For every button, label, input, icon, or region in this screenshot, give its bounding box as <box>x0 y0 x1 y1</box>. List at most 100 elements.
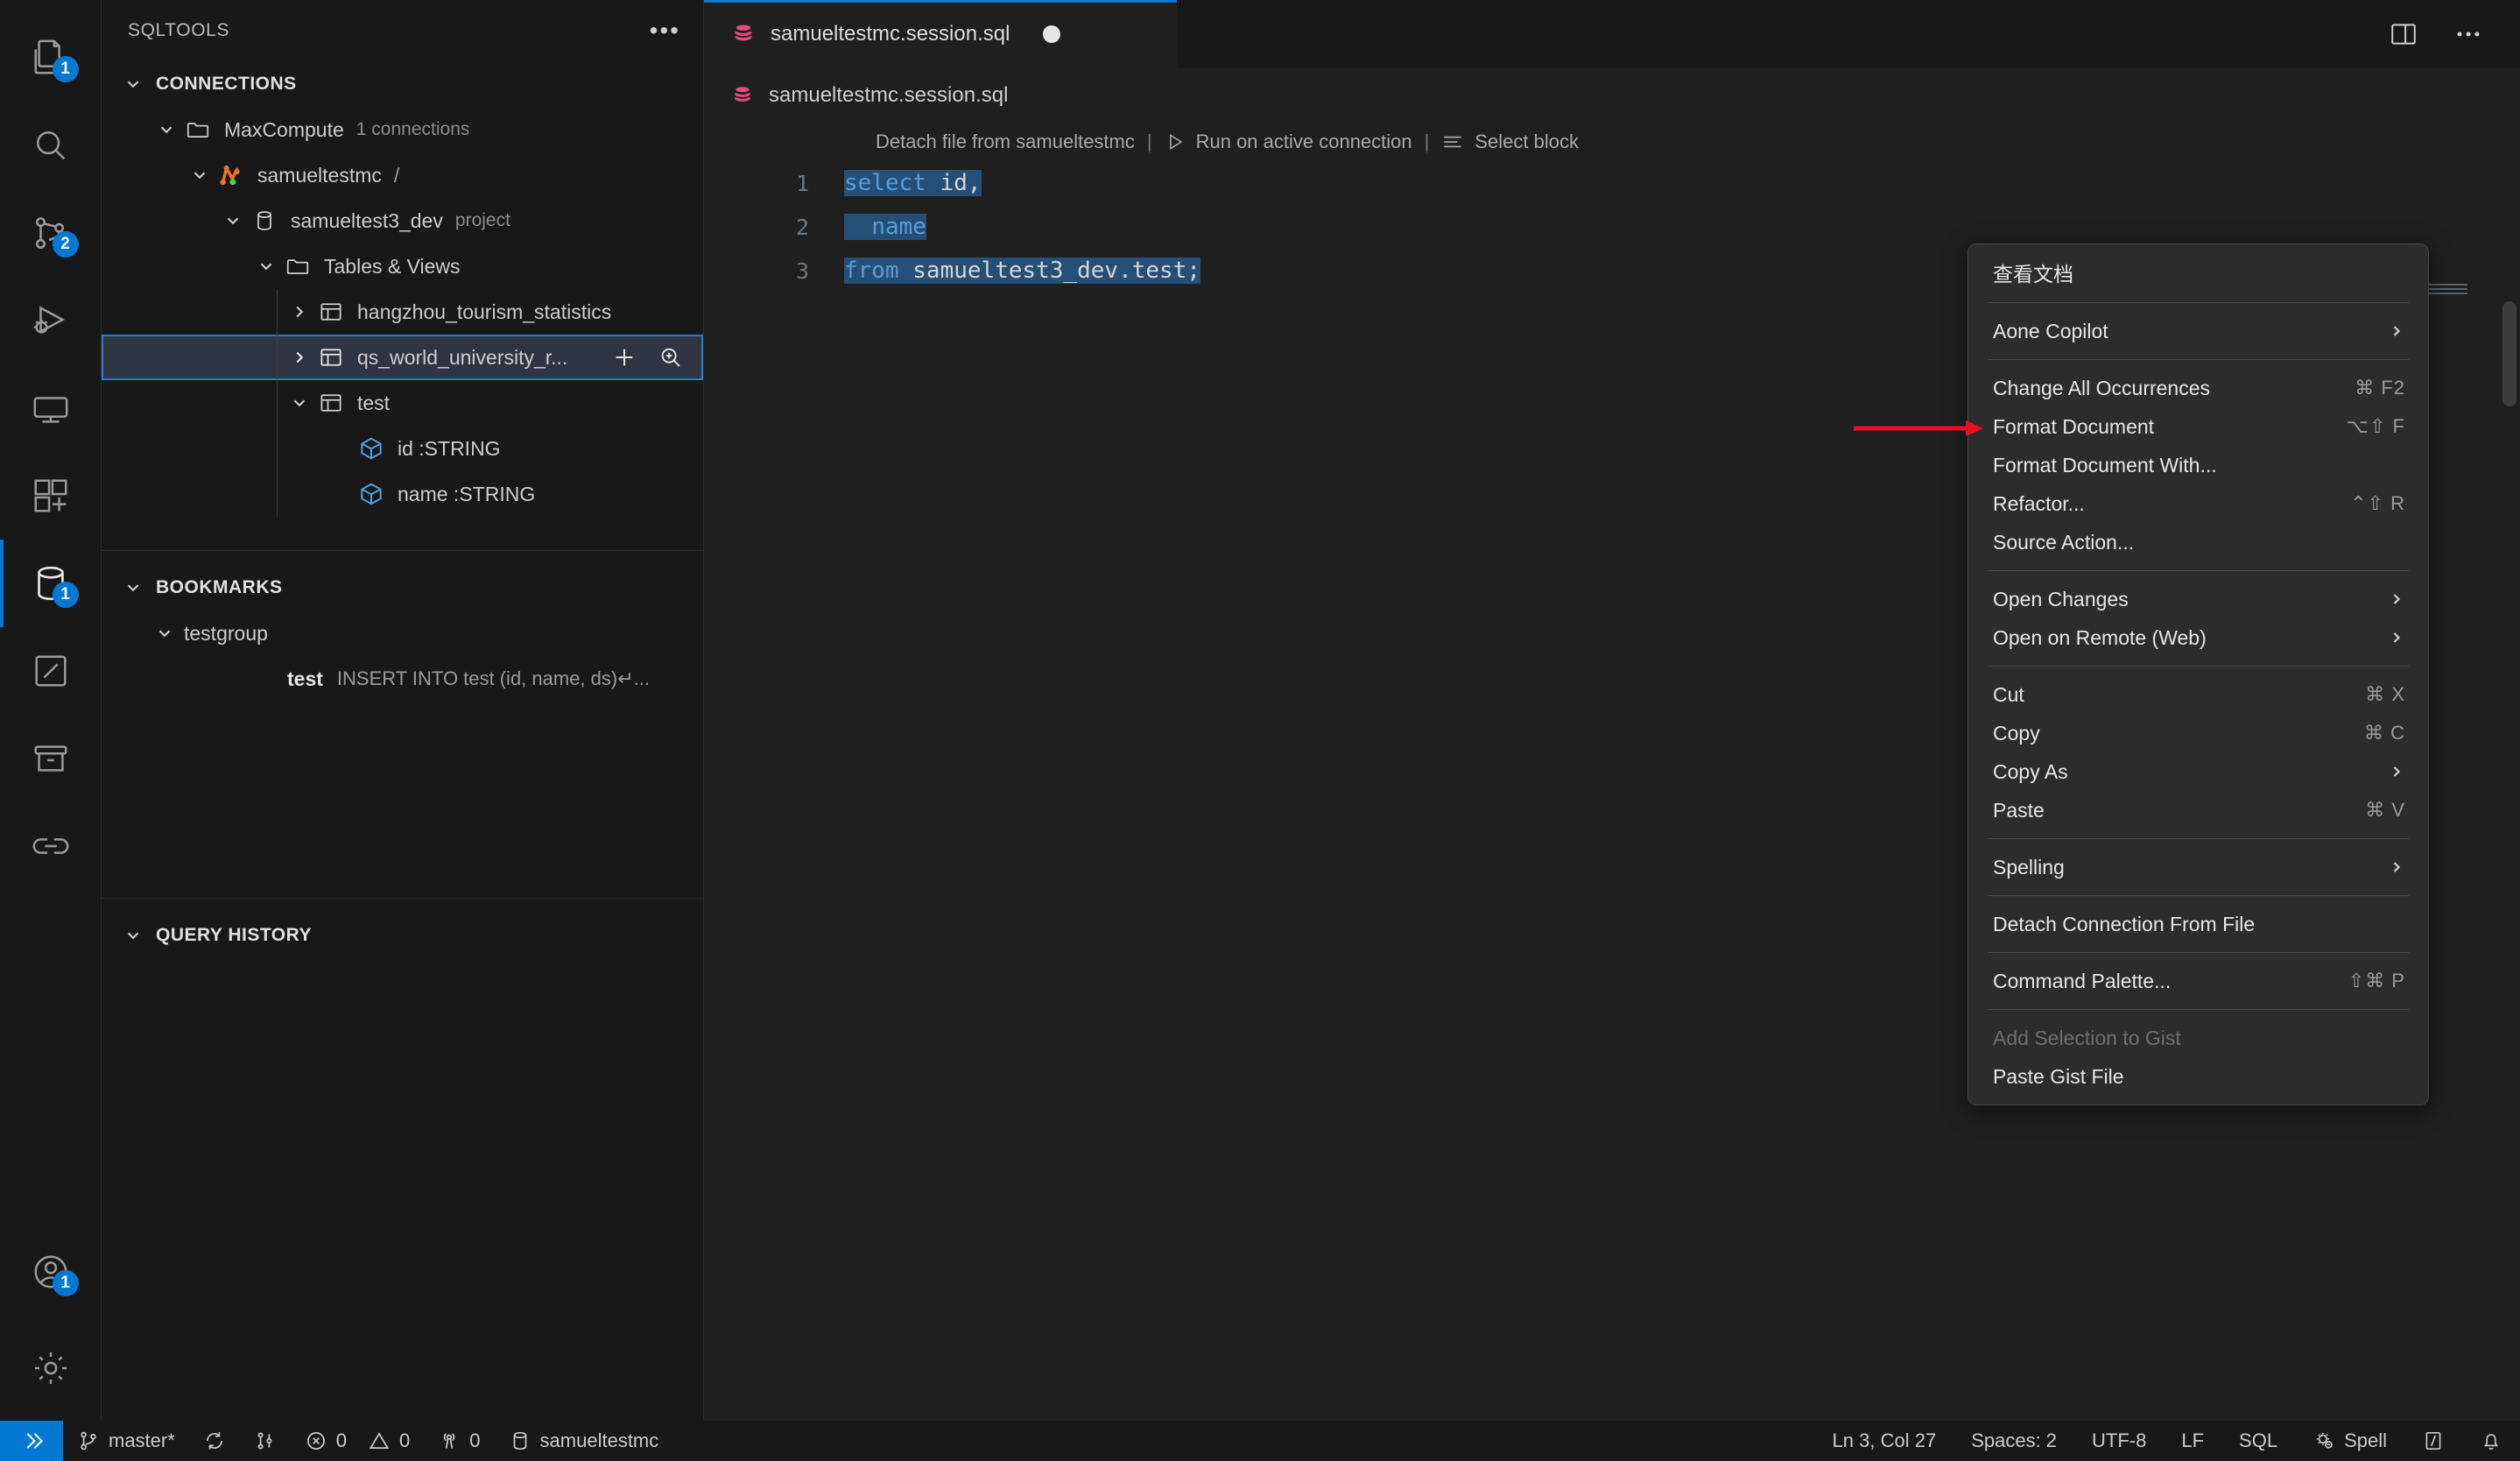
activity-item-source-control[interactable]: 2 <box>0 189 102 277</box>
status-remote-indicator[interactable] <box>0 1421 63 1461</box>
chevron-down-icon[interactable] <box>154 120 179 139</box>
activity-item-manage-settings[interactable] <box>0 1324 102 1412</box>
menu-item-detach-connection-from-file[interactable]: Detach Connection From File <box>1968 905 2428 943</box>
menu-item-source-action[interactable]: Source Action... <box>1968 523 2428 561</box>
code-line[interactable]: 2 name <box>704 205 2520 249</box>
section-label-bookmarks: BOOKMARKS <box>156 577 283 597</box>
menu-item-open-on-remote-web[interactable]: Open on Remote (Web) <box>1968 618 2428 657</box>
activity-badge-accounts: 1 <box>52 1270 79 1296</box>
tree-item-hangzhou-tourism-statistics[interactable]: hangzhou_tourism_statistics <box>102 289 703 335</box>
status-eol[interactable]: LF <box>2164 1421 2221 1461</box>
tree-item-column-id[interactable]: id :STRING <box>102 426 703 471</box>
status-language-mode[interactable]: SQL <box>2221 1421 2295 1461</box>
menu-item-refactor[interactable]: Refactor... ⌃⇧ R <box>1968 484 2428 523</box>
activity-item-todo[interactable] <box>0 627 102 715</box>
dirty-indicator[interactable] <box>1043 25 1061 43</box>
sidebar-more-actions-icon[interactable]: ••• <box>650 18 680 43</box>
tree-sublabel: project <box>454 210 510 230</box>
status-ports-count: 0 <box>469 1429 481 1451</box>
chevron-down-icon[interactable] <box>221 211 245 230</box>
status-sqltools-connection[interactable]: samueltestmc <box>495 1421 673 1461</box>
codelens-detach[interactable]: Detach file from samueltestmc <box>876 131 1135 153</box>
status-indentation[interactable]: Spaces: 2 <box>1953 1421 2074 1461</box>
chevron-down-icon[interactable] <box>187 166 212 185</box>
line-content[interactable]: select id, <box>844 170 982 196</box>
tree-item-samueltestmc[interactable]: samueltestmc / <box>102 152 703 198</box>
status-errors[interactable]: 0 0 <box>291 1421 425 1461</box>
menu-separator <box>1988 838 2409 839</box>
section-header-query-history[interactable]: QUERY HISTORY <box>102 913 703 958</box>
tree-item-testgroup[interactable]: testgroup <box>102 611 703 656</box>
activity-item-link[interactable] <box>0 802 102 890</box>
chevron-down-icon[interactable] <box>287 393 312 413</box>
editor-scrollbar[interactable] <box>2502 301 2516 406</box>
chevron-right-icon[interactable] <box>287 302 312 321</box>
menu-item-add-selection-to-gist: Add Selection to Gist <box>1968 1019 2428 1057</box>
section-header-bookmarks[interactable]: BOOKMARKS <box>102 565 703 611</box>
sync-icon <box>203 1429 226 1452</box>
line-content[interactable]: from samueltest3_dev.test; <box>844 258 1201 284</box>
menu-item-paste[interactable]: Paste ⌘ V <box>1968 791 2428 829</box>
chevron-down-icon[interactable] <box>152 624 177 643</box>
more-actions-icon[interactable] <box>2453 19 2483 49</box>
status-sync[interactable] <box>189 1421 240 1461</box>
status-branch-compare[interactable] <box>240 1421 291 1461</box>
codelens-bar: Detach file from samueltestmc | Run on a… <box>704 123 2520 161</box>
activity-item-extensions[interactable] <box>0 452 102 540</box>
activity-item-accounts[interactable]: 1 <box>0 1228 102 1316</box>
status-connection-label: samueltestmc <box>539 1429 659 1451</box>
code-line[interactable]: 1 select id, <box>704 161 2520 205</box>
activity-item-search[interactable] <box>0 102 102 189</box>
status-spell-checker[interactable]: Spell <box>2295 1421 2404 1461</box>
menu-item-cut[interactable]: Cut ⌘ X <box>1968 675 2428 714</box>
chevron-right-icon <box>2388 763 2405 780</box>
codelens-select-block[interactable]: Select block <box>1441 131 1579 153</box>
menu-item-spelling[interactable]: Spelling <box>1968 848 2428 886</box>
status-encoding[interactable]: UTF-8 <box>2074 1421 2164 1461</box>
tree-item-tables-and-views[interactable]: Tables & Views <box>102 244 703 289</box>
codelens-run[interactable]: Run on active connection <box>1165 131 1412 153</box>
status-editor-actions[interactable] <box>2404 1421 2462 1461</box>
status-notifications[interactable] <box>2462 1421 2520 1461</box>
activity-item-remote-explorer[interactable] <box>0 364 102 452</box>
menu-item-view-docs[interactable]: 查看文档 <box>1968 251 2428 293</box>
menu-item-change-all-occurrences[interactable]: Change All Occurrences ⌘ F2 <box>1968 369 2428 407</box>
bookmark-item[interactable]: test INSERT INTO test (id, name, ds)↵... <box>102 656 703 702</box>
status-errors-count: 0 <box>335 1429 348 1451</box>
activity-item-explorer[interactable]: 1 <box>0 14 102 102</box>
tree-item-samueltest3-dev[interactable]: samueltest3_dev project <box>102 198 703 244</box>
menu-item-format-document[interactable]: Format Document ⌥⇧ F <box>1968 407 2428 446</box>
menu-item-label: Copy As <box>1993 759 2068 783</box>
menu-item-label: Paste Gist File <box>1993 1064 2124 1088</box>
chevron-right-icon[interactable] <box>287 348 312 367</box>
tree-item-qs-world-university[interactable]: qs_world_university_r... <box>102 335 703 380</box>
menu-item-aone-copilot[interactable]: Aone Copilot <box>1968 312 2428 350</box>
menu-item-open-changes[interactable]: Open Changes <box>1968 580 2428 618</box>
activity-item-run-and-debug[interactable] <box>0 277 102 364</box>
chevron-down-icon[interactable] <box>254 257 278 276</box>
tree-label: hangzhou_tourism_statistics <box>357 300 612 323</box>
context-menu[interactable]: 查看文档 Aone Copilot Change All Occurrences… <box>1967 244 2429 1105</box>
tree-item-maxcompute[interactable]: MaxCompute 1 connections <box>102 107 703 152</box>
zoom-in-icon[interactable] <box>658 344 684 371</box>
activity-item-archive[interactable] <box>0 715 102 802</box>
menu-item-format-document-with[interactable]: Format Document With... <box>1968 446 2428 484</box>
sql-file-icon <box>730 21 757 47</box>
tree-item-column-name[interactable]: name :STRING <box>102 471 703 517</box>
status-cursor-position[interactable]: Ln 3, Col 27 <box>1815 1421 1954 1461</box>
activity-item-sqltools[interactable]: 1 <box>0 540 102 627</box>
breadcrumb[interactable]: samueltestmc.session.sql <box>704 68 2520 123</box>
split-editor-icon[interactable] <box>2389 19 2418 49</box>
line-content[interactable]: name <box>844 214 926 240</box>
menu-item-paste-gist-file[interactable]: Paste Gist File <box>1968 1057 2428 1096</box>
menu-item-copy[interactable]: Copy ⌘ C <box>1968 714 2428 752</box>
tree-item-test-table[interactable]: test <box>102 380 703 426</box>
editor-tab[interactable]: samueltestmc.session.sql <box>704 0 1177 68</box>
menu-item-label: Cut <box>1993 682 2024 706</box>
menu-item-copy-as[interactable]: Copy As <box>1968 752 2428 791</box>
menu-item-command-palette[interactable]: Command Palette... ⇧⌘ P <box>1968 962 2428 1000</box>
status-ports[interactable]: 0 <box>424 1421 494 1461</box>
add-icon[interactable] <box>610 343 638 371</box>
status-branch[interactable]: master* <box>63 1421 189 1461</box>
section-header-connections[interactable]: CONNECTIONS <box>102 61 703 107</box>
